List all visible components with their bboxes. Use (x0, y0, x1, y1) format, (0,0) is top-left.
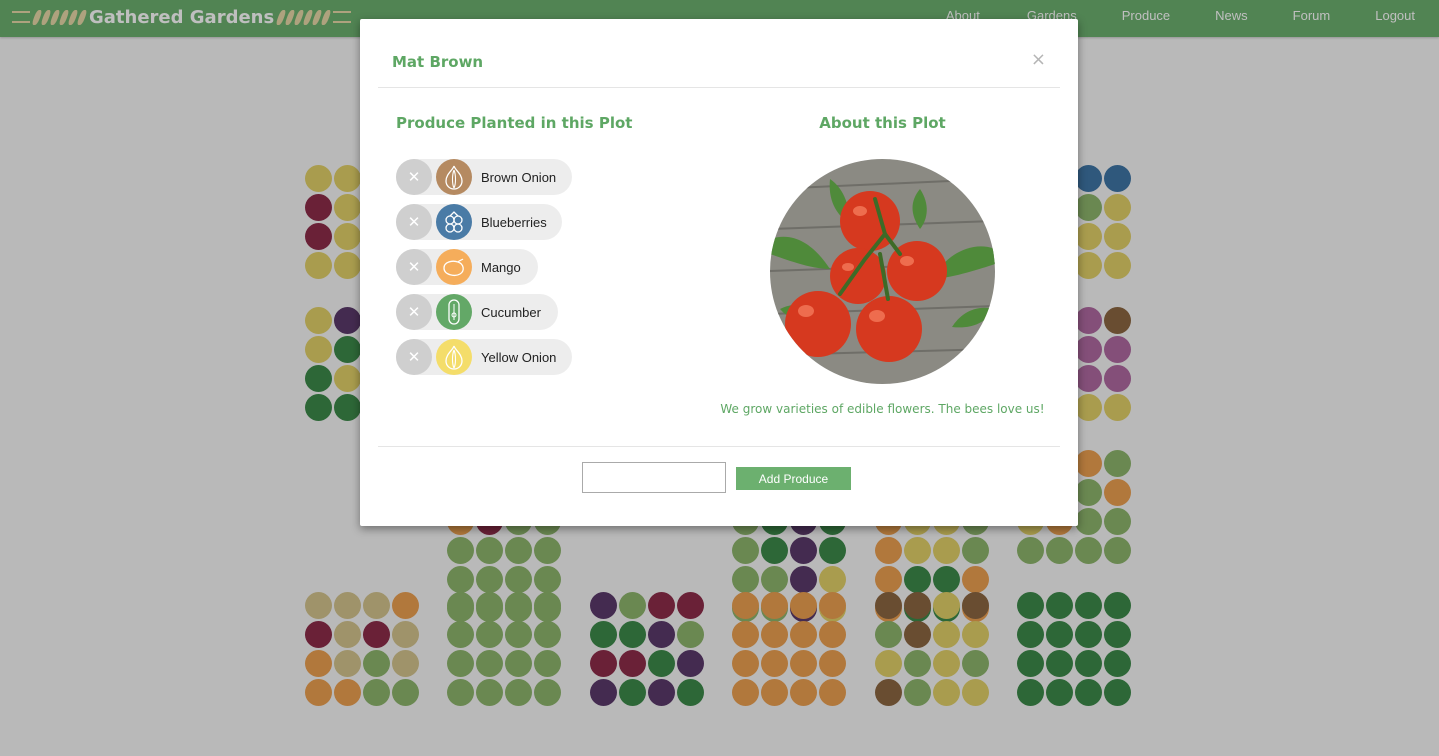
modal-header: Mat Brown × (378, 37, 1060, 88)
produce-item: ✕ Mango (396, 249, 538, 285)
close-icon: ✕ (407, 348, 421, 366)
produce-item: ✕ Cucumber (396, 294, 558, 330)
remove-produce-button[interactable]: ✕ (396, 159, 432, 195)
close-icon: ✕ (407, 213, 421, 231)
brown-onion-icon (436, 159, 472, 195)
produce-name: Brown Onion (481, 169, 557, 185)
plot-modal: Mat Brown × Produce Planted in this Plot… (360, 19, 1078, 526)
yellow-onion-icon (436, 339, 472, 375)
close-icon: ✕ (407, 303, 421, 321)
produce-name: Yellow Onion (481, 349, 557, 365)
close-button[interactable]: × (1031, 49, 1046, 70)
blueberries-icon (436, 204, 472, 240)
produce-item: ✕ Yellow Onion (396, 339, 572, 375)
remove-produce-button[interactable]: ✕ (396, 249, 432, 285)
close-icon: ✕ (407, 168, 421, 186)
modal-title: Mat Brown (392, 53, 484, 71)
produce-name: Blueberries (481, 214, 547, 230)
plot-photo (770, 159, 995, 384)
about-plot-section: About this Plot We grow varieties of edi… (720, 114, 1045, 416)
cucumber-icon (436, 294, 472, 330)
produce-name: Cucumber (481, 304, 541, 320)
tomato-image (770, 159, 995, 384)
produce-planted-section: Produce Planted in this Plot ✕ Brown Oni… (396, 114, 696, 375)
produce-heading: Produce Planted in this Plot (396, 114, 633, 132)
produce-name: Mango (481, 259, 521, 275)
close-icon: ✕ (407, 258, 421, 276)
add-produce-button[interactable]: Add Produce (736, 467, 851, 490)
remove-produce-button[interactable]: ✕ (396, 294, 432, 330)
produce-input[interactable] (582, 462, 726, 493)
about-text: We grow varieties of edible flowers. The… (720, 402, 1045, 416)
modal-footer: Add Produce (378, 446, 1060, 527)
produce-item: ✕ Blueberries (396, 204, 562, 240)
mango-icon (436, 249, 472, 285)
produce-item: ✕ Brown Onion (396, 159, 572, 195)
remove-produce-button[interactable]: ✕ (396, 204, 432, 240)
about-heading: About this Plot (819, 114, 946, 132)
remove-produce-button[interactable]: ✕ (396, 339, 432, 375)
